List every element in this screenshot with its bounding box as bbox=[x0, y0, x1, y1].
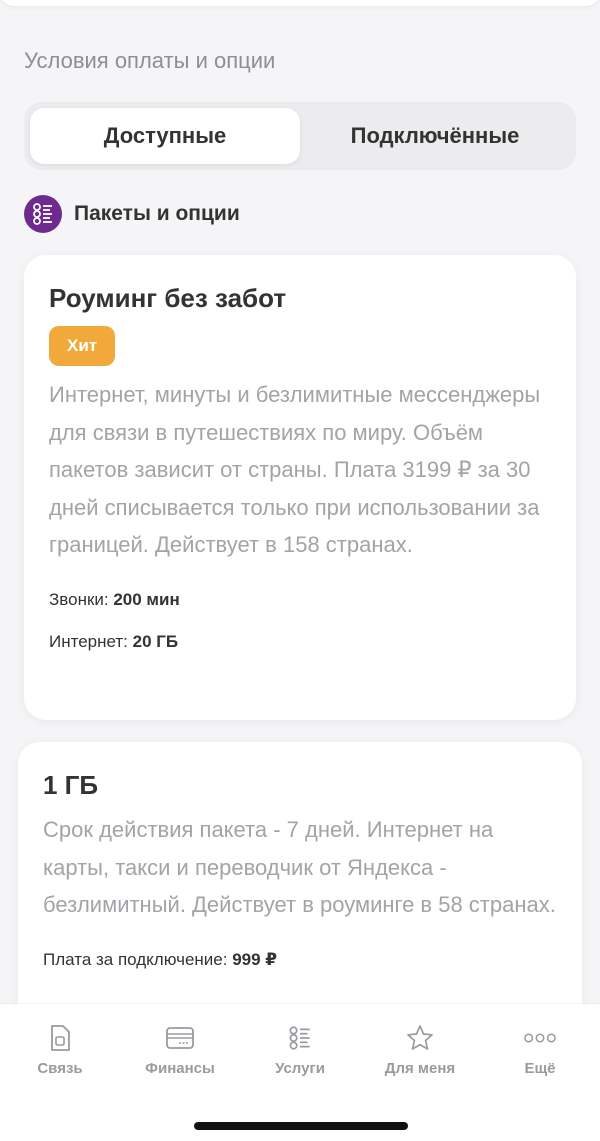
nav-services[interactable]: Услуги bbox=[245, 1022, 355, 1077]
services-list-icon bbox=[284, 1022, 316, 1054]
card-title: 1 ГБ bbox=[43, 770, 99, 800]
bottom-navigation: Связь Финансы Услуги Для меня Ещё bbox=[0, 1004, 600, 1141]
more-dots-icon bbox=[524, 1022, 556, 1054]
tab-connected[interactable]: Подключённые bbox=[300, 108, 570, 164]
tab-available[interactable]: Доступные bbox=[30, 108, 300, 164]
nav-label: Для меня bbox=[384, 1060, 456, 1077]
section-title: Условия оплаты и опции bbox=[24, 48, 276, 73]
nav-finance[interactable]: Финансы bbox=[125, 1022, 235, 1077]
spec-value: 200 мин bbox=[113, 589, 180, 609]
package-card-roaming[interactable]: Роуминг без забот Хит Интернет, минуты и… bbox=[24, 255, 576, 720]
hit-badge: Хит bbox=[49, 326, 116, 366]
spec-internet: Интернет: 20 ГБ bbox=[49, 632, 551, 652]
nav-label: Финансы bbox=[145, 1060, 215, 1077]
spec-calls: Звонки: 200 мин bbox=[49, 590, 551, 610]
nav-label: Связь bbox=[37, 1060, 83, 1077]
tab-switcher: Доступные Подключённые bbox=[24, 102, 576, 170]
card-description: Срок действия пакета - 7 дней. Интернет … bbox=[43, 817, 556, 917]
nav-label: Ещё bbox=[524, 1060, 556, 1077]
nav-label: Услуги bbox=[275, 1060, 325, 1077]
category-label: Пакеты и опции bbox=[74, 202, 240, 225]
card-description: Интернет, минуты и безлимитные мессендже… bbox=[49, 382, 541, 557]
sim-card-icon bbox=[44, 1022, 76, 1054]
spec-price: Плата за подключение: 999 ₽ bbox=[43, 950, 557, 970]
star-icon bbox=[404, 1022, 436, 1054]
category-header: Пакеты и опции bbox=[24, 195, 240, 233]
options-list-icon bbox=[24, 195, 62, 233]
spec-label: Плата за подключение: bbox=[43, 949, 233, 969]
top-card-edge bbox=[0, 0, 600, 6]
spec-value: 999 ₽ bbox=[232, 949, 278, 969]
nav-connection[interactable]: Связь bbox=[5, 1022, 115, 1077]
nav-more[interactable]: Ещё bbox=[485, 1022, 595, 1077]
spec-label: Звонки: bbox=[49, 589, 114, 609]
home-indicator bbox=[194, 1122, 408, 1130]
nav-for-me[interactable]: Для меня bbox=[365, 1022, 475, 1077]
wallet-icon bbox=[164, 1022, 196, 1054]
spec-value: 20 ГБ bbox=[132, 631, 179, 651]
spec-label: Интернет: bbox=[49, 631, 133, 651]
card-title: Роуминг без забот bbox=[49, 283, 287, 313]
screen: Условия оплаты и опции Доступные Подключ… bbox=[0, 0, 600, 1141]
